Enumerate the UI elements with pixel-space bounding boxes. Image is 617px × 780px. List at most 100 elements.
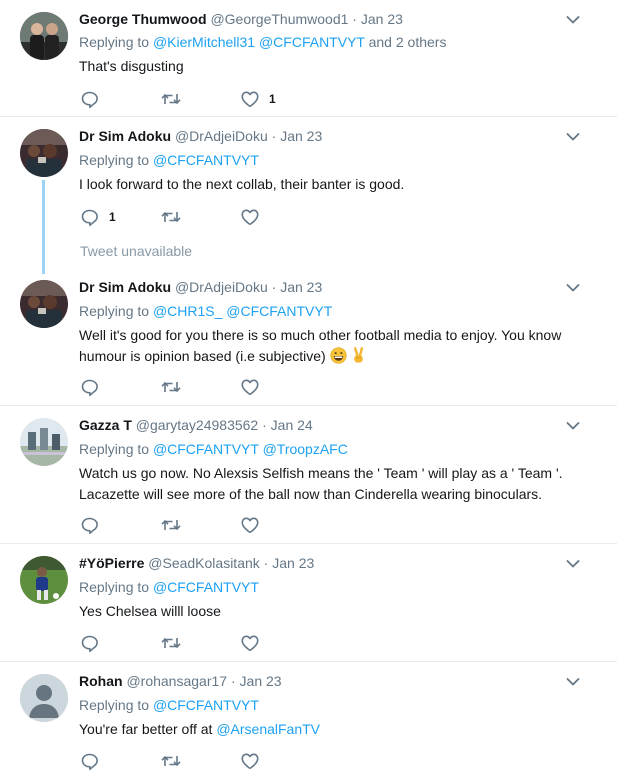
tweet-dr-sim-adoku-2[interactable]: Dr Sim Adoku @DrAdjeiDoku · Jan 23 Reply… (0, 268, 617, 405)
avatar[interactable] (20, 674, 68, 722)
mention-link[interactable]: @CHR1S_ (153, 303, 222, 319)
like-button[interactable] (240, 751, 260, 771)
tweet-header: #YöPierre @SeadKolasitank · Jan 23 (79, 554, 314, 572)
timestamp[interactable]: Jan 23 (272, 555, 314, 571)
retweet-button[interactable] (160, 633, 182, 653)
avatar[interactable] (20, 280, 68, 328)
reply-icon (80, 751, 100, 771)
heart-icon (240, 89, 260, 109)
like-button[interactable] (240, 207, 260, 227)
mention-link[interactable]: @CFCFANTVYT (226, 303, 332, 319)
reply-button[interactable] (80, 515, 100, 535)
chevron-down-icon[interactable] (566, 132, 580, 142)
like-button[interactable] (240, 633, 260, 653)
timestamp[interactable]: Jan 23 (361, 11, 403, 27)
reply-icon (80, 633, 100, 653)
avatar[interactable] (20, 129, 68, 177)
replying-label: Replying to (79, 579, 153, 595)
avatar[interactable] (20, 556, 68, 604)
retweet-icon (160, 515, 182, 535)
tweet-text-segment: You're far better off at (79, 721, 217, 737)
user-handle[interactable]: @DrAdjeiDoku (175, 279, 268, 295)
replying-label: Replying to (79, 152, 153, 168)
user-handle[interactable]: @DrAdjeiDoku (175, 128, 268, 144)
mention-link[interactable]: @CFCFANTVYT (153, 579, 259, 595)
mention-link[interactable]: @KierMitchell31 (153, 34, 255, 50)
display-name[interactable]: Dr Sim Adoku (79, 128, 171, 144)
user-handle[interactable]: @SeadKolasitank (148, 555, 260, 571)
tweet-text: You're far better off at @ArsenalFanTV (79, 719, 579, 740)
victory-hand-emoji-icon (354, 347, 364, 363)
replying-to: Replying to @CFCFANTVYT (79, 696, 259, 714)
chevron-down-icon[interactable] (566, 559, 580, 569)
chevron-down-icon[interactable] (566, 677, 580, 687)
retweet-button[interactable] (160, 377, 182, 397)
like-button[interactable]: 1 (240, 89, 276, 109)
display-name[interactable]: George Thumwood (79, 11, 207, 27)
separator-dot: · (263, 555, 269, 571)
separator-dot: · (352, 11, 357, 27)
display-name[interactable]: Gazza T (79, 417, 132, 433)
tweet-rohan[interactable]: Rohan @rohansagar17 · Jan 23 Replying to… (0, 662, 617, 780)
reply-button[interactable] (80, 751, 100, 771)
user-handle[interactable]: @garytay24983562 (136, 417, 258, 433)
display-name[interactable]: Rohan (79, 673, 123, 689)
retweet-button[interactable] (160, 207, 182, 227)
tweet-gazza-t[interactable]: Gazza T @garytay24983562 · Jan 24 Replyi… (0, 406, 617, 543)
heart-icon (240, 377, 260, 397)
retweet-icon (160, 89, 182, 109)
retweet-button[interactable] (160, 89, 182, 109)
chevron-down-icon[interactable] (566, 421, 580, 431)
mention-link[interactable]: @CFCFANTVYT (153, 441, 259, 457)
tweet-text-line: Watch us go now. No Alexsis Selfish mean… (79, 465, 563, 481)
retweet-button[interactable] (160, 515, 182, 535)
heart-icon (240, 515, 260, 535)
replying-others[interactable]: and 2 others (365, 34, 447, 50)
tweet-george-thumwood[interactable]: George Thumwood @GeorgeThumwood1 · Jan 2… (0, 0, 617, 116)
mention-link[interactable]: @CFCFANTVYT (259, 34, 365, 50)
separator-dot: · (271, 128, 277, 144)
like-button[interactable] (240, 377, 260, 397)
reply-icon (80, 207, 100, 227)
mention-link[interactable]: @CFCFANTVYT (153, 697, 259, 713)
tweet-text-line: humour is opinion based (i.e subjective) (79, 346, 599, 367)
tweet-text-line: Lacazette will see more of the ball now … (79, 486, 543, 502)
like-button[interactable] (240, 515, 260, 535)
heart-icon (240, 633, 260, 653)
replying-label: Replying to (79, 34, 153, 50)
tweet-yopierre[interactable]: #YöPierre @SeadKolasitank · Jan 23 Reply… (0, 544, 617, 661)
tweet-header: Dr Sim Adoku @DrAdjeiDoku · Jan 23 (79, 278, 322, 296)
chevron-down-icon[interactable] (566, 283, 580, 293)
avatar[interactable] (20, 12, 68, 60)
display-name[interactable]: Dr Sim Adoku (79, 279, 171, 295)
heart-icon (240, 207, 260, 227)
chevron-down-icon[interactable] (566, 15, 580, 25)
mention-link[interactable]: @CFCFANTVYT (153, 152, 259, 168)
user-handle[interactable]: @GeorgeThumwood1 (210, 11, 348, 27)
timestamp[interactable]: Jan 23 (240, 673, 282, 689)
tweet-text: I look forward to the next collab, their… (79, 176, 405, 192)
tweet-text: Well it's good for you there is so much … (79, 325, 599, 367)
heart-icon (240, 751, 260, 771)
retweet-button[interactable] (160, 751, 182, 771)
retweet-icon (160, 207, 182, 227)
user-handle[interactable]: @rohansagar17 (126, 673, 227, 689)
display-name[interactable]: #YöPierre (79, 555, 144, 571)
timestamp[interactable]: Jan 24 (271, 417, 313, 433)
reply-button[interactable] (80, 633, 100, 653)
mention-link[interactable]: @ArsenalFanTV (216, 721, 320, 737)
tweet-dr-sim-adoku[interactable]: Dr Sim Adoku @DrAdjeiDoku · Jan 23 Reply… (0, 117, 617, 237)
tweet-header: George Thumwood @GeorgeThumwood1 · Jan 2… (79, 10, 403, 28)
tweet-text: Watch us go now. No Alexsis Selfish mean… (79, 463, 599, 505)
timestamp[interactable]: Jan 23 (280, 128, 322, 144)
reply-button[interactable] (80, 377, 100, 397)
timestamp[interactable]: Jan 23 (280, 279, 322, 295)
mention-link[interactable]: @TroopzAFC (263, 441, 348, 457)
reply-icon (80, 89, 100, 109)
tweet-text: Yes Chelsea willl loose (79, 603, 221, 619)
avatar[interactable] (20, 418, 68, 466)
reply-button[interactable]: 1 (80, 207, 116, 227)
replying-label: Replying to (79, 697, 153, 713)
reply-button[interactable] (80, 89, 100, 109)
like-count: 1 (269, 92, 276, 106)
